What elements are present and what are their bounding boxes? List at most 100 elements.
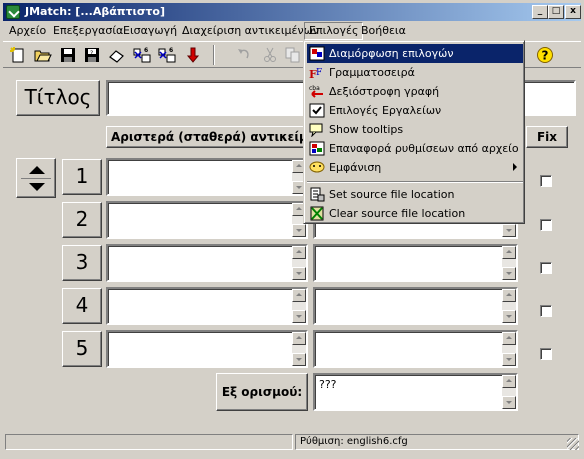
scrollbar[interactable]: [292, 289, 306, 323]
fix-checkbox-2[interactable]: [540, 219, 552, 231]
left-item-field-5[interactable]: [106, 330, 308, 368]
scrollbar[interactable]: [502, 289, 516, 323]
rtl-text-icon: cba: [309, 84, 325, 99]
export-down-icon[interactable]: [184, 46, 202, 64]
scrollbar[interactable]: [292, 332, 306, 366]
menu-item-label: Γραμματοσειρά: [329, 66, 415, 79]
left-item-field-1[interactable]: [106, 158, 308, 196]
scroll-down-icon[interactable]: [502, 224, 516, 237]
scroll-up-icon[interactable]: [292, 332, 306, 345]
left-item-field-4[interactable]: [106, 287, 308, 325]
scroll-down-icon[interactable]: [292, 310, 306, 323]
scrollbar[interactable]: [502, 375, 516, 409]
scrollbar[interactable]: [502, 246, 516, 280]
left-items-header[interactable]: Αριστερά (σταθερά) αντικείμενα: [106, 126, 306, 148]
right-item-field-3[interactable]: [313, 244, 518, 282]
submenu-arrow-icon: [513, 163, 517, 171]
menu-item-appearance[interactable]: Εμφάνιση: [307, 158, 523, 177]
title-bar[interactable]: JMatch: [...Αβάπτιστο] _ □ x: [3, 3, 581, 21]
right-item-field-4[interactable]: [313, 287, 518, 325]
configure-options-icon: [309, 46, 325, 61]
menu-item-set-source[interactable]: Set source file location: [307, 185, 523, 204]
scroll-down-icon[interactable]: [502, 396, 516, 409]
menu-edit[interactable]: Επεξεργασία: [53, 24, 123, 37]
left-item-field-2[interactable]: [106, 201, 308, 239]
clear-source-icon: [309, 206, 325, 221]
menu-item-tool-options[interactable]: Επιλογές Εργαλείων: [307, 101, 523, 120]
font-icon: FF: [309, 65, 325, 81]
menu-item-show-tooltips[interactable]: Show tooltips: [307, 120, 523, 139]
scroll-up-icon[interactable]: [502, 246, 516, 259]
app-icon[interactable]: [6, 5, 20, 19]
restore-settings-icon: [309, 141, 325, 156]
move-down-icon[interactable]: [29, 183, 45, 191]
right-item-field-5[interactable]: [313, 330, 518, 368]
undo-icon[interactable]: [235, 46, 253, 64]
status-panel-left: [5, 434, 293, 450]
cut-icon[interactable]: [261, 46, 279, 64]
scroll-up-icon[interactable]: [292, 289, 306, 302]
scroll-down-icon[interactable]: [502, 267, 516, 280]
status-config: Ρύθμιση: english6.cfg: [295, 434, 579, 450]
scrollbar[interactable]: [502, 332, 516, 366]
menu-item-label: Επιλογές Εργαλείων: [329, 104, 442, 117]
svg-text:?: ?: [542, 49, 549, 63]
scroll-down-icon[interactable]: [292, 353, 306, 366]
title-label: Τίτλος: [16, 80, 100, 116]
default-label: Εξ ορισμού:: [216, 373, 308, 411]
scroll-up-icon[interactable]: [502, 375, 516, 388]
resize-grip[interactable]: [567, 438, 579, 450]
svg-text:6: 6: [144, 47, 148, 54]
scrollbar[interactable]: [292, 246, 306, 280]
reorder-arrows: [16, 158, 56, 198]
new-icon[interactable]: [9, 46, 27, 64]
move-up-icon[interactable]: [29, 166, 45, 174]
menu-separator: [307, 181, 523, 183]
row-number-button-1[interactable]: 1: [62, 159, 102, 195]
close-button[interactable]: x: [565, 5, 581, 19]
export-web-2-icon[interactable]: 6: [158, 46, 176, 64]
help-icon[interactable]: ?: [536, 46, 554, 64]
minimize-button[interactable]: _: [532, 5, 548, 19]
fix-checkbox-3[interactable]: [540, 262, 552, 274]
scroll-down-icon[interactable]: [292, 267, 306, 280]
window-title: JMatch: [...Αβάπτιστο]: [25, 5, 165, 18]
menu-item-label: Επαναφορά ρυθμίσεων από αρχείο: [329, 142, 519, 155]
row-number-button-5[interactable]: 5: [62, 331, 102, 367]
scroll-up-icon[interactable]: [502, 289, 516, 302]
fix-checkbox-5[interactable]: [540, 348, 552, 360]
menu-help[interactable]: Βοήθεια: [361, 24, 406, 37]
fix-header[interactable]: Fix: [526, 126, 568, 148]
open-icon[interactable]: [34, 46, 52, 64]
menu-item-rtl-text[interactable]: cba Δεξιόστροφη γραφή: [307, 82, 523, 101]
menu-insert[interactable]: Εισαγωγή: [123, 24, 177, 37]
menu-item-label: Show tooltips: [329, 123, 404, 136]
scroll-down-icon[interactable]: [502, 353, 516, 366]
scroll-down-icon[interactable]: [502, 310, 516, 323]
row-number-button-2[interactable]: 2: [62, 202, 102, 238]
row-number-button-3[interactable]: 3: [62, 245, 102, 281]
menu-options[interactable]: Επιλογές: [304, 22, 364, 40]
status-bar: Ρύθμιση: english6.cfg: [3, 432, 581, 452]
default-value-field[interactable]: ???: [313, 373, 518, 411]
menu-item-clear-source[interactable]: Clear source file location: [307, 204, 523, 223]
scroll-up-icon[interactable]: [292, 246, 306, 259]
scroll-down-icon[interactable]: [292, 224, 306, 237]
left-item-field-3[interactable]: [106, 244, 308, 282]
row-number-button-4[interactable]: 4: [62, 288, 102, 324]
scroll-up-icon[interactable]: [502, 332, 516, 345]
fix-checkbox-4[interactable]: [540, 305, 552, 317]
copy-icon[interactable]: [284, 46, 302, 64]
maximize-button[interactable]: □: [548, 5, 564, 19]
save-icon[interactable]: [59, 46, 77, 64]
eraser-icon[interactable]: [108, 46, 126, 64]
fix-checkbox-1[interactable]: [540, 175, 552, 187]
menu-item-configure-options[interactable]: Διαμόρφωση επιλογών: [307, 44, 523, 63]
menu-item-restore-settings[interactable]: Επαναφορά ρυθμίσεων από αρχείο: [307, 139, 523, 158]
menu-item-label: Εμφάνιση: [329, 161, 382, 174]
menu-file[interactable]: Αρχείο: [9, 24, 46, 37]
export-web-1-icon[interactable]: 6: [133, 46, 151, 64]
menu-manage-items[interactable]: Διαχείριση αντικειμένων: [182, 24, 319, 37]
menu-item-font[interactable]: FF Γραμματοσειρά: [307, 63, 523, 82]
save-as-icon[interactable]: ?: [83, 46, 101, 64]
